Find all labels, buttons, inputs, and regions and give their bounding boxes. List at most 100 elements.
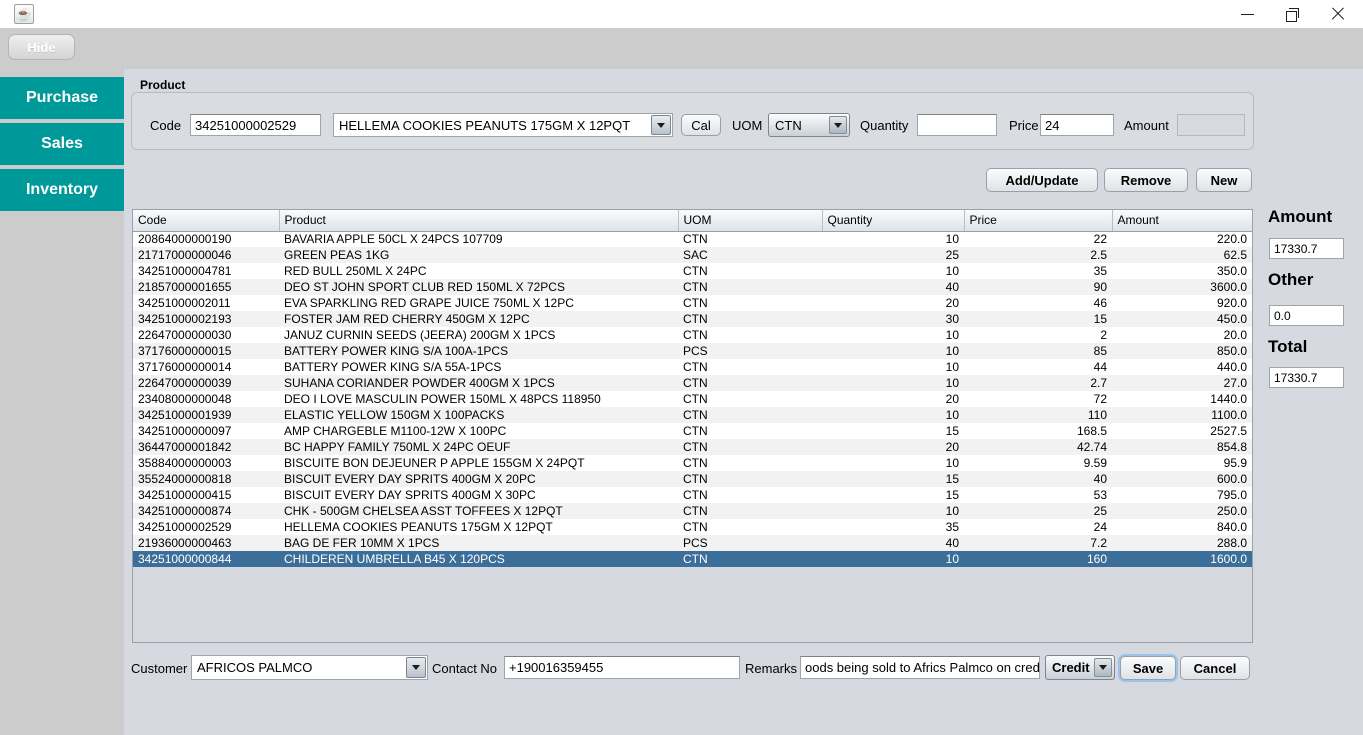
column-header-quantity[interactable]: Quantity: [822, 210, 965, 232]
table-cell-product: CHK - 500GM CHELSEA ASST TOFFEES X 12PQT: [279, 503, 678, 519]
table-cell-product: BISCUIT EVERY DAY SPRITS 400GM X 20PC: [279, 471, 678, 487]
chevron-down-icon[interactable]: [1094, 658, 1112, 677]
table-cell-uom: PCS: [678, 535, 822, 551]
table-cell-code: 34251000002529: [133, 519, 279, 535]
quantity-label: Quantity: [860, 118, 909, 133]
table-cell-quantity: 10: [822, 359, 964, 375]
table-row[interactable]: 35884000000003 BISCUITE BON DEJEUNER P AP…: [133, 455, 1252, 471]
table-cell-product: HELLEMA COOKIES PEANUTS 175GM X 12PQT: [279, 519, 678, 535]
sidebar-item-inventory[interactable]: Inventory: [0, 169, 124, 211]
table-cell-code: 34251000000844: [133, 551, 279, 567]
table-row[interactable]: 21936000000463 BAG DE FER 10MM X 1PCS PCS 4…: [133, 535, 1252, 551]
table-row[interactable]: 34251000002529 HELLEMA COOKIES PEANUTS 17…: [133, 519, 1252, 535]
table-row[interactable]: 37176000000014 BATTERY POWER KING S/A 55A…: [133, 359, 1252, 375]
chevron-down-icon[interactable]: [406, 657, 426, 678]
table-row[interactable]: 34251000001939 ELASTIC YELLOW 150GM X 100…: [133, 407, 1252, 423]
table-cell-amount: 1440.0: [1112, 391, 1252, 407]
chevron-down-icon[interactable]: [829, 116, 847, 134]
table-cell-quantity: 15: [822, 423, 964, 439]
cancel-button[interactable]: Cancel: [1180, 656, 1250, 680]
other-value[interactable]: 0.0: [1269, 305, 1344, 326]
title-bar: ☕: [0, 0, 1363, 28]
table-row[interactable]: 35524000000818 BISCUIT EVERY DAY SPRITS 4…: [133, 471, 1252, 487]
table-row[interactable]: 34251000002193 FOSTER JAM RED CHERRY 450G…: [133, 311, 1252, 327]
column-header-price[interactable]: Price: [964, 210, 1113, 232]
payment-type-select[interactable]: Credit: [1045, 655, 1115, 680]
table-cell-quantity: 20: [822, 295, 964, 311]
table-cell-product: ELASTIC YELLOW 150GM X 100PACKS: [279, 407, 678, 423]
column-header-amount[interactable]: Amount: [1112, 210, 1252, 232]
chevron-down-icon[interactable]: [651, 115, 671, 135]
table-cell-product: CHILDEREN UMBRELLA B45 X 120PCS: [279, 551, 678, 567]
java-coffee-icon: ☕: [14, 4, 34, 24]
table-cell-product: BATTERY POWER KING S/A 100A-1PCS: [279, 343, 678, 359]
table-row[interactable]: 34251000000874 CHK - 500GM CHELSEA ASST T…: [133, 503, 1252, 519]
table-cell-code: 34251000001939: [133, 407, 279, 423]
new-button[interactable]: New: [1196, 168, 1252, 192]
customer-select-value: AFRICOS PALMCO: [197, 660, 313, 675]
table-row[interactable]: 37176000000015 BATTERY POWER KING S/A 100…: [133, 343, 1252, 359]
column-header-code[interactable]: Code: [133, 210, 280, 232]
table-cell-uom: CTN: [678, 231, 822, 247]
table-cell-code: 34251000000415: [133, 487, 279, 503]
product-select[interactable]: HELLEMA COOKIES PEANUTS 175GM X 12PQT: [333, 113, 673, 137]
application-window: ☕ Hide Purchase Sales Inventory Product …: [0, 0, 1363, 735]
table-row[interactable]: 34251000004781 RED BULL 250ML X 24PC CTN 10…: [133, 263, 1252, 279]
table-row[interactable]: 20864000000190 BAVARIA APPLE 50CL X 24PCS…: [133, 231, 1252, 247]
table-row[interactable]: 36447000001842 BC HAPPY FAMILY 750ML X 24…: [133, 439, 1252, 455]
table-row[interactable]: 23408000000048 DEO I LOVE MASCULIN POWER …: [133, 391, 1252, 407]
price-input[interactable]: 24: [1040, 114, 1114, 136]
code-input[interactable]: 34251000002529: [190, 114, 321, 136]
table-row[interactable]: 22647000000039 SUHANA CORIANDER POWDER 40…: [133, 375, 1252, 391]
table-cell-product: FOSTER JAM RED CHERRY 450GM X 12PC: [279, 311, 678, 327]
table-cell-code: 22647000000030: [133, 327, 279, 343]
sidebar-item-purchase[interactable]: Purchase: [0, 77, 124, 119]
table-cell-uom: CTN: [678, 295, 822, 311]
table-cell-quantity: 35: [822, 519, 964, 535]
table-cell-quantity: 10: [822, 263, 964, 279]
table-row[interactable]: 34251000000415 BISCUIT EVERY DAY SPRITS 4…: [133, 487, 1252, 503]
maximize-icon[interactable]: [1269, 0, 1315, 28]
column-header-uom[interactable]: UOM: [678, 210, 823, 232]
table-cell-amount: 288.0: [1112, 535, 1252, 551]
table-cell-code: 34251000002193: [133, 311, 279, 327]
customer-label: Customer: [131, 661, 188, 676]
quantity-input[interactable]: [917, 114, 997, 136]
table-cell-amount: 2527.5: [1112, 423, 1252, 439]
table-cell-quantity: 40: [822, 535, 964, 551]
table-cell-code: 21717000000046: [133, 247, 279, 263]
save-button[interactable]: Save: [1120, 656, 1176, 680]
table-cell-quantity: 10: [822, 407, 964, 423]
table-cell-price: 9.59: [964, 455, 1112, 471]
table-cell-quantity: 40: [822, 279, 964, 295]
cal-button[interactable]: Cal: [681, 114, 721, 136]
table-row[interactable]: 34251000000844 CHILDEREN UMBRELLA B45 X 1…: [133, 551, 1252, 567]
amount-total-value[interactable]: 17330.7: [1269, 238, 1344, 259]
close-icon[interactable]: [1315, 0, 1361, 28]
minimize-icon[interactable]: [1224, 0, 1270, 28]
table-cell-quantity: 15: [822, 487, 964, 503]
remarks-input[interactable]: oods being sold to Africs Palmco on cred…: [800, 656, 1040, 679]
table-row[interactable]: 22647000000030 JANUZ CURNIN SEEDS (JEERA)…: [133, 327, 1252, 343]
table-cell-code: 23408000000048: [133, 391, 279, 407]
hide-button[interactable]: Hide: [8, 34, 75, 60]
total-value[interactable]: 17330.7: [1269, 367, 1344, 388]
table-cell-quantity: 25: [822, 247, 964, 263]
table-row[interactable]: 21717000000046 GREEN PEAS 1KG SAC 25 2.5 62.5: [133, 247, 1252, 263]
remove-button[interactable]: Remove: [1104, 168, 1188, 192]
table-cell-price: 44: [964, 359, 1112, 375]
table-cell-price: 110: [964, 407, 1112, 423]
table-cell-uom: CTN: [678, 263, 822, 279]
customer-select[interactable]: AFRICOS PALMCO: [191, 655, 428, 680]
table-row[interactable]: 34251000000097 AMP CHARGEBLE M1100-12W X …: [133, 423, 1252, 439]
table-cell-price: 168.5: [964, 423, 1112, 439]
sidebar-item-sales[interactable]: Sales: [0, 123, 124, 165]
table-row[interactable]: 34251000002011 EVA SPARKLING RED GRAPE JU…: [133, 295, 1252, 311]
uom-select[interactable]: CTN: [768, 113, 850, 137]
add-update-button[interactable]: Add/Update: [986, 168, 1098, 192]
column-header-product[interactable]: Product: [279, 210, 679, 232]
contact-no-input[interactable]: +190016359455: [504, 656, 740, 679]
products-table[interactable]: Code Product UOM Quantity Price Amount 2…: [132, 209, 1253, 643]
table-cell-uom: CTN: [678, 519, 822, 535]
table-row[interactable]: 21857000001655 DEO ST JOHN SPORT CLUB RED…: [133, 279, 1252, 295]
